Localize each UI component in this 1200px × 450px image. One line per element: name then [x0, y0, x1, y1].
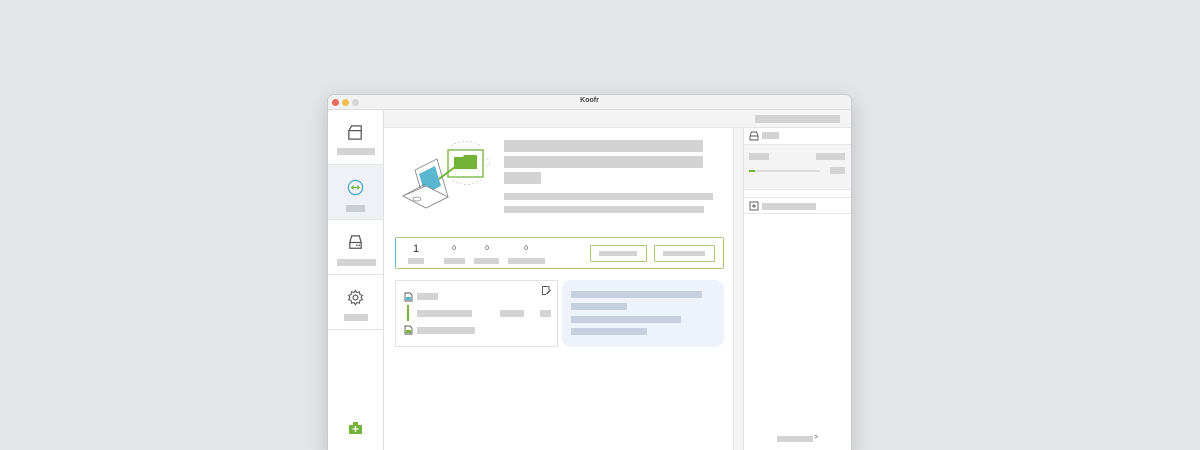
sidebar-item-label — [337, 148, 375, 155]
app-window: Koofr 1 0 0 0 > — [328, 95, 851, 450]
stat-value: 1 — [412, 243, 420, 255]
info-text-line — [571, 303, 627, 310]
sync-illustration — [401, 141, 490, 209]
sync-size-label — [540, 310, 551, 317]
title-bar: Koofr — [328, 95, 851, 110]
add-item-label — [762, 203, 816, 210]
right-panel: > — [743, 128, 851, 450]
storage-used-label — [749, 153, 769, 160]
storage-progress-bar — [749, 170, 820, 172]
stat-value: 0 — [485, 245, 489, 252]
sidebar-item-drive[interactable] — [328, 110, 383, 165]
drive-icon — [348, 125, 362, 140]
sync-path-label — [417, 310, 472, 317]
sidebar-item-disk[interactable] — [328, 220, 383, 275]
sidebar-item-label — [346, 205, 365, 212]
info-card — [562, 280, 724, 347]
file-icon — [404, 325, 413, 335]
sidebar — [328, 110, 384, 450]
sync-stats-panel: 1 0 0 0 — [395, 237, 724, 269]
info-text-line — [571, 316, 681, 323]
stat-value: 0 — [452, 245, 456, 252]
drive-icon — [749, 131, 759, 141]
sync-icon — [347, 179, 364, 196]
main-panel: 1 0 0 0 — [385, 128, 733, 450]
koofr-logo-icon[interactable] — [348, 421, 363, 435]
file-icon — [404, 292, 413, 302]
plus-icon — [749, 201, 759, 211]
storage-percent-label — [830, 167, 845, 174]
footer-link-label — [777, 436, 813, 442]
add-item-row[interactable] — [744, 197, 851, 214]
edit-icon[interactable] — [541, 285, 552, 296]
button-label — [599, 251, 637, 256]
sidebar-item-label — [344, 314, 368, 321]
sync-pair-card[interactable] — [395, 280, 558, 347]
sync-description-line — [504, 193, 713, 200]
stat-label — [474, 258, 499, 264]
chevron-right-icon: > — [814, 434, 819, 441]
sync-heading-line — [504, 156, 703, 168]
button-label — [663, 251, 705, 256]
stat-label — [444, 258, 465, 264]
sidebar-item-label — [337, 259, 376, 266]
sync-action-button[interactable] — [590, 245, 647, 262]
vertical-scrollbar[interactable] — [733, 128, 743, 450]
info-text-line — [571, 328, 647, 335]
sync-action-button[interactable] — [654, 245, 715, 262]
sidebar-item-sync[interactable] — [328, 165, 383, 220]
storage-section — [744, 145, 851, 190]
top-toolbar — [384, 110, 851, 128]
account-usage-label — [755, 115, 840, 123]
storage-progress-fill — [749, 170, 755, 172]
right-panel-footer[interactable]: > — [777, 434, 837, 443]
drive-name-label — [762, 132, 779, 139]
right-panel-header — [744, 128, 851, 145]
sidebar-item-settings[interactable] — [328, 275, 383, 330]
sync-status-label — [500, 310, 524, 317]
sync-heading-line — [504, 172, 541, 184]
stat-value: 0 — [524, 245, 528, 252]
stat-label — [508, 258, 545, 264]
sync-heading-line — [504, 140, 703, 152]
hard-drive-icon — [349, 235, 362, 249]
storage-total-label — [816, 153, 845, 160]
gear-icon — [347, 289, 364, 306]
stat-label — [408, 258, 424, 264]
destination-folder-name — [417, 327, 475, 334]
sync-description-line — [504, 206, 704, 213]
source-folder-name — [417, 293, 438, 300]
info-text-line — [571, 291, 702, 298]
window-title: Koofr — [580, 97, 599, 104]
sync-connector-line — [407, 305, 409, 321]
